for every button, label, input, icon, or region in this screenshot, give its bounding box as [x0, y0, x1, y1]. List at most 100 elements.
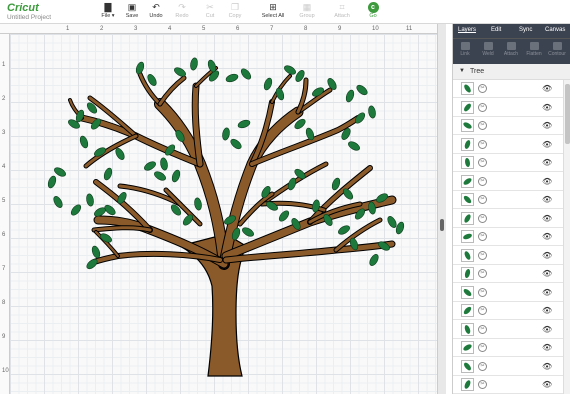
cut-label: Cut	[205, 13, 215, 19]
layer-thumbnail	[461, 248, 474, 262]
cut-operation-icon[interactable]: ✂	[478, 324, 487, 334]
panel-scroll-handle[interactable]	[565, 84, 570, 144]
selectall-button[interactable]: ⊞ Select All	[256, 1, 290, 23]
layer-row[interactable]: ✂ 👁	[453, 209, 563, 228]
visibility-eye-icon[interactable]: 👁	[542, 325, 552, 334]
tab-edit[interactable]: Edit	[491, 27, 501, 33]
layer-thumbnail	[461, 230, 474, 243]
selectall-label: Select All	[261, 13, 285, 19]
leaf	[225, 73, 239, 83]
go-button[interactable]: c Go	[365, 1, 381, 23]
cut-operation-icon[interactable]: ✂	[478, 195, 487, 204]
leaf	[240, 68, 252, 80]
layer-thumbnail	[461, 267, 474, 280]
visibility-eye-icon[interactable]: 👁	[542, 103, 552, 112]
copy-label: Copy	[228, 13, 242, 19]
undo-label: Undo	[149, 13, 163, 19]
cut-operation-icon[interactable]: ✂	[478, 361, 487, 371]
layer-row[interactable]: ✂ 👁	[453, 246, 563, 265]
cricut-c-icon: c	[367, 2, 379, 13]
attach-label: Attach	[334, 13, 350, 19]
contour-action[interactable]: Contour	[546, 42, 568, 57]
layer-row[interactable]: ✂ 👁	[453, 135, 563, 154]
cut-operation-icon[interactable]: ✂	[478, 213, 487, 223]
expand-arrow-icon[interactable]: ▼	[459, 68, 465, 74]
visibility-eye-icon[interactable]: 👁	[542, 343, 552, 352]
cut-operation-icon[interactable]: ✂	[478, 176, 487, 186]
go-label: Go	[369, 13, 377, 19]
cut-operation-icon[interactable]: ✂	[478, 158, 487, 167]
visibility-eye-icon[interactable]: 👁	[542, 121, 552, 130]
attach-action[interactable]: Attach	[500, 42, 522, 57]
cut-operation-icon[interactable]: ✂	[478, 269, 487, 278]
tree-design[interactable]	[0, 24, 437, 394]
group-button[interactable]: ▦ Group	[290, 1, 324, 23]
redo-label: Redo	[175, 13, 189, 19]
attach-button[interactable]: ⌗ Attach	[325, 1, 359, 23]
layer-row[interactable]: ✂ 👁	[453, 302, 563, 321]
visibility-eye-icon[interactable]: 👁	[542, 84, 552, 93]
cut-operation-icon[interactable]: ✂	[478, 287, 487, 297]
layer-row[interactable]: ✂ 👁	[453, 80, 563, 99]
cut-operation-icon[interactable]: ✂	[478, 343, 487, 352]
visibility-eye-icon[interactable]: 👁	[542, 214, 552, 223]
tab-layers[interactable]: Layers	[458, 27, 476, 33]
brand-logo: Cricut	[7, 2, 39, 14]
layer-row[interactable]: ✂ 👁	[453, 320, 563, 339]
leaf	[54, 167, 66, 177]
layer-row[interactable]: ✂ 👁	[453, 339, 563, 358]
leaf	[154, 171, 166, 181]
layer-row[interactable]: ✂ 👁	[453, 265, 563, 284]
attach-icon	[506, 42, 516, 50]
project-name[interactable]: Untitled Project	[7, 14, 51, 21]
visibility-eye-icon[interactable]: 👁	[542, 269, 552, 278]
copy-button[interactable]: ❐ Copy	[218, 1, 252, 23]
leaf	[348, 141, 360, 151]
tab-canvas[interactable]: Canvas	[545, 27, 565, 33]
visibility-eye-icon[interactable]: 👁	[542, 195, 552, 204]
visibility-eye-icon[interactable]: 👁	[542, 251, 552, 260]
cut-operation-icon[interactable]: ✂	[478, 232, 487, 241]
link-icon	[460, 42, 470, 50]
visibility-eye-icon[interactable]: 👁	[542, 140, 552, 149]
flatten-action[interactable]: Flatten	[523, 42, 545, 57]
cut-operation-icon[interactable]: ✂	[478, 250, 487, 260]
link-action[interactable]: Link	[454, 42, 476, 57]
tab-sync[interactable]: Sync	[519, 27, 532, 33]
cut-operation-icon[interactable]: ✂	[478, 306, 487, 315]
layer-row[interactable]: ✂ 👁	[453, 172, 563, 191]
leaf	[79, 135, 89, 149]
layer-row[interactable]: ✂ 👁	[453, 191, 563, 210]
visibility-eye-icon[interactable]: 👁	[542, 158, 552, 167]
leaf	[86, 193, 94, 207]
cut-operation-icon[interactable]: ✂	[478, 121, 487, 130]
visibility-eye-icon[interactable]: 👁	[542, 232, 552, 241]
visibility-eye-icon[interactable]: 👁	[542, 306, 552, 315]
layer-row[interactable]: ✂ 👁	[453, 228, 563, 247]
visibility-eye-icon[interactable]: 👁	[542, 362, 552, 371]
layer-group-row[interactable]: ▼ Tree	[453, 64, 570, 80]
canvas-scrollbar[interactable]	[437, 24, 446, 394]
cut-operation-icon[interactable]: ✂	[478, 102, 487, 112]
leaf	[135, 61, 145, 75]
layer-row[interactable]: ✂ 👁	[453, 117, 563, 136]
visibility-eye-icon[interactable]: 👁	[542, 177, 552, 186]
visibility-eye-icon[interactable]: 👁	[542, 380, 552, 389]
cut-operation-icon[interactable]: ✂	[478, 84, 487, 93]
top-toolbar: Cricut Untitled Project ▇ File ▾ ▣ Save ↶ Und…	[0, 0, 570, 24]
layer-thumbnail	[461, 285, 474, 299]
leaf	[275, 87, 285, 101]
layer-row[interactable]: ✂ 👁	[453, 283, 563, 302]
canvas-scroll-handle[interactable]	[440, 219, 444, 231]
layer-row[interactable]: ✂ 👁	[453, 98, 563, 117]
layer-row[interactable]: ✂ 👁	[453, 376, 563, 394]
save-label: Save	[125, 13, 139, 19]
cut-operation-icon[interactable]: ✂	[478, 380, 487, 389]
panel-scrollbar[interactable]	[563, 80, 570, 394]
layer-row[interactable]: ✂ 👁	[453, 357, 563, 376]
cut-operation-icon[interactable]: ✂	[478, 139, 487, 149]
weld-action[interactable]: Weld	[477, 42, 499, 57]
layer-row[interactable]: ✂ 👁	[453, 154, 563, 173]
layer-thumbnail	[461, 193, 474, 206]
visibility-eye-icon[interactable]: 👁	[542, 288, 552, 297]
